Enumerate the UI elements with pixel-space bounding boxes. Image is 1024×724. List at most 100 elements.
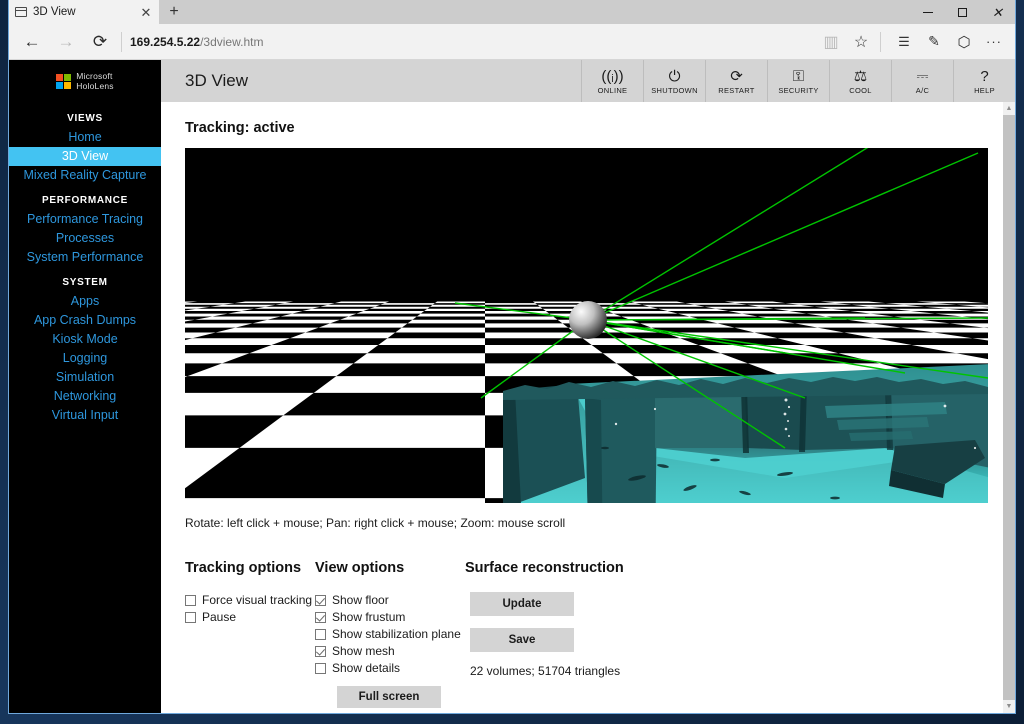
sidebar-item-simulation[interactable]: Simulation — [9, 368, 161, 387]
save-button[interactable]: Save — [470, 628, 574, 652]
surface-reconstruction-heading: Surface reconstruction — [465, 560, 624, 576]
options-panel: Tracking options Force visual tracking Pa… — [185, 560, 1015, 708]
floor-tile — [185, 338, 290, 346]
checkbox-indicator[interactable] — [185, 612, 196, 623]
brand-label: Microsoft HoloLens — [76, 71, 114, 91]
checkbox-label: Show stabilization plane — [332, 627, 461, 641]
settings-more-icon[interactable]: ··· — [979, 27, 1009, 57]
full-screen-button[interactable]: Full screen — [337, 686, 441, 708]
checkbox-force-visual-tracking[interactable]: Force visual tracking — [185, 592, 315, 609]
back-button[interactable]: ← — [15, 27, 49, 57]
sidebar-item-3d-view[interactable]: 3D View — [9, 147, 161, 166]
sidebar-item-home[interactable]: Home — [9, 128, 161, 147]
sidebar-item-apps[interactable]: Apps — [9, 292, 161, 311]
scroll-down-arrow[interactable]: ▼ — [1003, 700, 1015, 713]
checkbox-label: Show frustum — [332, 610, 406, 624]
floor-tile — [380, 303, 435, 305]
restart-button[interactable]: ⟳ RESTART — [705, 60, 767, 102]
update-button[interactable]: Update — [470, 592, 574, 616]
shutdown-button[interactable]: ⏻ SHUTDOWN — [643, 60, 705, 102]
status-icon-label: COOL — [849, 85, 872, 95]
online-button[interactable]: ((ᵢ)) ONLINE — [581, 60, 643, 102]
sidebar-item-logging[interactable]: Logging — [9, 349, 161, 368]
checkbox-indicator[interactable] — [315, 612, 326, 623]
status-icon-label: SECURITY — [778, 85, 819, 95]
floor-tile — [485, 303, 538, 305]
floor-tile — [642, 304, 705, 307]
scroll-up-arrow[interactable]: ▲ — [1003, 102, 1015, 115]
sidebar-item-networking[interactable]: Networking — [9, 387, 161, 406]
checkbox-indicator[interactable] — [315, 663, 326, 674]
sidebar-item-mixed-reality-capture[interactable]: Mixed Reality Capture — [9, 166, 161, 185]
checkbox-show-mesh[interactable]: Show mesh — [315, 643, 465, 660]
checkbox-indicator[interactable] — [185, 595, 196, 606]
forward-button[interactable]: → — [49, 27, 83, 57]
floor-tile — [290, 332, 396, 339]
checkbox-show-frustum[interactable]: Show frustum — [315, 609, 465, 626]
restart-icon: ⟳ — [730, 68, 743, 85]
browser-tab[interactable]: 3D View ✕ — [9, 0, 159, 24]
checkbox-pause[interactable]: Pause — [185, 609, 315, 626]
view-options-column: View options Show floor Show frustum Show … — [315, 560, 465, 708]
address-path: /3dview.htm — [200, 34, 264, 49]
sidebar-item-virtual-input[interactable]: Virtual Input — [9, 406, 161, 425]
3d-viewport[interactable] — [185, 148, 988, 503]
sidebar-item-processes[interactable]: Processes — [9, 229, 161, 248]
3d-scene — [185, 148, 988, 503]
checkbox-label: Show details — [332, 661, 401, 675]
favorites-star-icon[interactable]: ☆ — [846, 27, 876, 57]
sidebar-item-performance-tracing[interactable]: Performance Tracing — [9, 210, 161, 229]
viewport-hint: Rotate: left click + mouse; Pan: right c… — [185, 516, 566, 530]
new-tab-button[interactable]: + — [159, 0, 189, 24]
floor-tile — [302, 308, 370, 312]
tracking-options-list: Force visual tracking Pause — [185, 592, 315, 626]
vertical-scrollbar[interactable]: ▲ ▼ — [1003, 102, 1015, 713]
maximize-button[interactable] — [945, 0, 980, 24]
scrollbar-thumb[interactable] — [1003, 115, 1015, 700]
security-lock-icon: ⚿ — [792, 67, 805, 85]
share-icon[interactable]: ⬡ — [949, 27, 979, 57]
checkbox-show-floor[interactable]: Show floor — [315, 592, 465, 609]
floor-tile — [378, 338, 485, 346]
toolbar-divider — [880, 31, 881, 52]
sidebar-item-system-performance[interactable]: System Performance — [9, 248, 161, 267]
temperature-button[interactable]: ⚖ COOL — [829, 60, 891, 102]
sidebar-item-app-crash-dumps[interactable]: App Crash Dumps — [9, 311, 161, 330]
page-body: Microsoft HoloLens VIEWS Home 3D View Mixed… — [9, 60, 1015, 713]
ac-power-button[interactable]: ⎓ A/C — [891, 60, 953, 102]
floor-tile — [275, 303, 335, 305]
tracking-options-heading: Tracking options — [185, 560, 302, 576]
checkbox-indicator[interactable] — [315, 646, 326, 657]
help-button[interactable]: ? HELP — [953, 60, 1015, 102]
logo-square-0 — [56, 74, 63, 81]
browser-toolbar-icons: ▥ ☆ ☰ ✎ ⬡ ··· — [816, 27, 1009, 57]
web-note-icon[interactable]: ✎ — [919, 27, 949, 57]
sidebar-group-title: VIEWS — [67, 113, 103, 124]
address-bar[interactable]: 169.254.5.22/3dview.htm — [130, 27, 816, 57]
sidebar-groups: VIEWS Home 3D View Mixed Reality Capture PER… — [9, 113, 161, 425]
floor-tile — [280, 313, 357, 317]
floor-tile — [532, 301, 586, 304]
checkbox-indicator[interactable] — [315, 629, 326, 640]
floor-tile — [485, 363, 634, 377]
checkbox-indicator[interactable] — [315, 595, 326, 606]
sidebar-group-title: SYSTEM — [62, 277, 108, 288]
checkbox-show-stabilization-plane[interactable]: Show stabilization plane — [315, 626, 465, 643]
security-lock-button[interactable]: ⚿ SECURITY — [767, 60, 829, 102]
checkbox-show-details[interactable]: Show details — [315, 660, 465, 677]
close-tab-button[interactable]: ✕ — [139, 6, 153, 19]
reading-view-icon[interactable]: ▥ — [816, 27, 846, 57]
logo-square-2 — [56, 82, 63, 89]
close-window-button[interactable]: ✕ — [980, 0, 1015, 24]
address-host: 169.254.5.22 — [130, 34, 201, 49]
checkbox-label: Show floor — [332, 593, 389, 607]
sidebar-item-kiosk-mode[interactable]: Kiosk Mode — [9, 330, 161, 349]
hub-icon[interactable]: ☰ — [889, 27, 919, 57]
view-options-heading: View options — [315, 560, 405, 576]
sidebar-group-title: PERFORMANCE — [41, 195, 129, 206]
floor-tile — [395, 327, 485, 333]
floor-tile — [407, 319, 485, 324]
minimize-button[interactable] — [910, 0, 945, 24]
refresh-button[interactable]: ⟳ — [83, 27, 117, 57]
floor-tile — [606, 311, 678, 314]
